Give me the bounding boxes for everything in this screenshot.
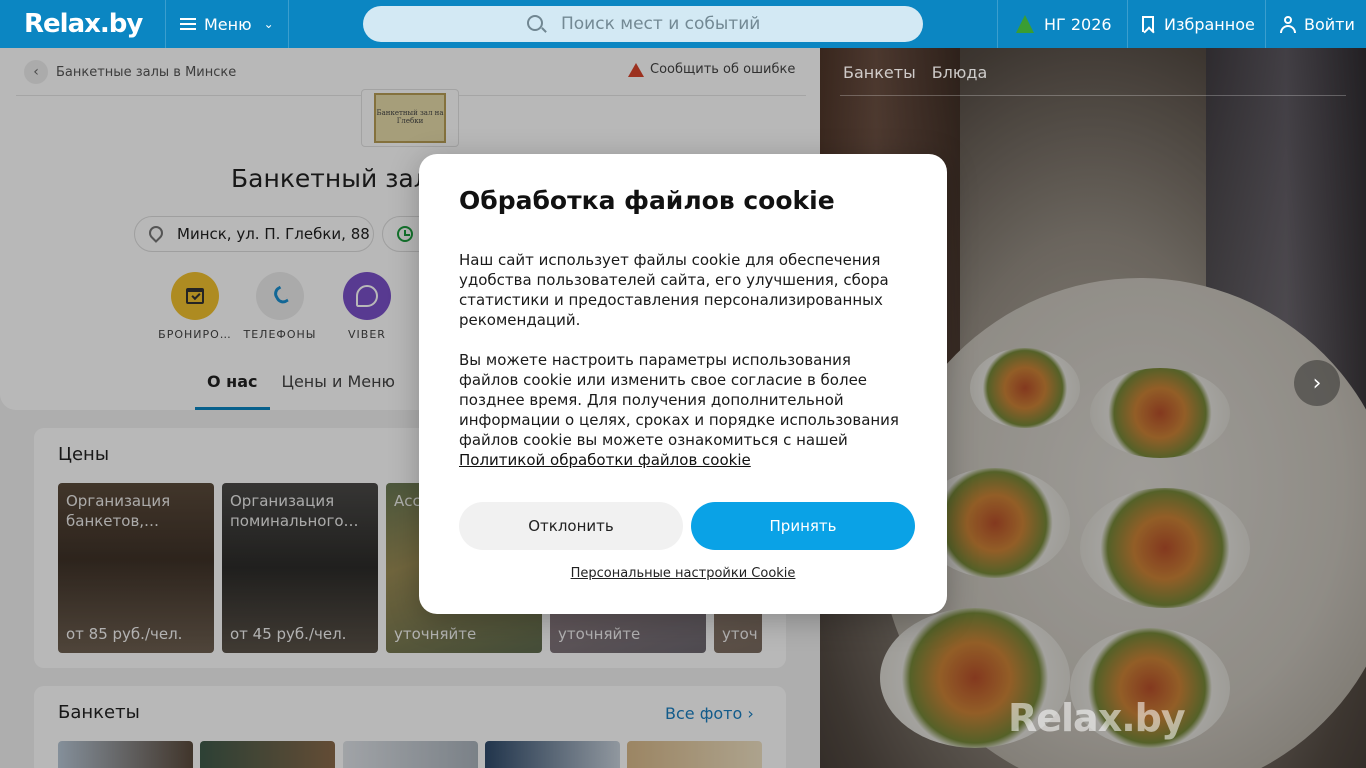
top-navigation-bar: Relax.by Меню ⌄ НГ 2026 Избранное Войти	[0, 0, 1366, 48]
gallery-tabs: Банкеты Блюда	[843, 63, 1003, 82]
cookie-dialog-body: Наш сайт использует файлы cookie для обе…	[459, 250, 909, 470]
login-label: Войти	[1304, 14, 1355, 34]
decline-button[interactable]: Отклонить	[459, 502, 683, 550]
accept-button[interactable]: Принять	[691, 502, 915, 550]
bookmark-icon	[1142, 16, 1154, 32]
cookie-dialog-title: Обработка файлов cookie	[459, 186, 835, 215]
login-link[interactable]: Войти	[1265, 0, 1366, 48]
chevron-down-icon: ⌄	[263, 17, 274, 31]
new-year-link[interactable]: НГ 2026	[997, 0, 1127, 48]
site-logo[interactable]: Relax.by	[24, 9, 143, 39]
cookie-paragraph-2: Вы можете настроить параметры использова…	[459, 350, 909, 470]
cookie-settings-link[interactable]: Персональные настройки Cookie	[419, 566, 947, 581]
cookie-consent-dialog: Обработка файлов cookie Наш сайт использ…	[419, 154, 947, 614]
cookie-paragraph-2-text: Вы можете настроить параметры использова…	[459, 351, 899, 449]
gallery-tab-banquets[interactable]: Банкеты	[843, 63, 916, 82]
search-icon	[527, 15, 543, 31]
hamburger-icon	[180, 18, 196, 30]
cookie-paragraph-1: Наш сайт использует файлы cookie для обе…	[459, 251, 889, 329]
new-year-label: НГ 2026	[1044, 14, 1112, 34]
search-bar[interactable]	[363, 6, 923, 42]
watermark-logo: Relax.by	[1008, 696, 1186, 740]
user-icon	[1280, 16, 1296, 33]
menu-label: Меню	[204, 14, 252, 34]
favorites-label: Избранное	[1164, 14, 1255, 34]
cookie-policy-link[interactable]: Политикой обработки файлов cookie	[459, 451, 751, 469]
chevron-right-icon: ›	[1312, 370, 1322, 396]
gallery-next-button[interactable]: ›	[1294, 360, 1340, 406]
christmas-tree-icon	[1016, 15, 1034, 33]
menu-button[interactable]: Меню ⌄	[165, 0, 289, 48]
gallery-tab-dishes[interactable]: Блюда	[932, 63, 988, 82]
search-input[interactable]	[561, 14, 881, 34]
favorites-link[interactable]: Избранное	[1127, 0, 1265, 48]
gallery-divider	[840, 95, 1346, 96]
